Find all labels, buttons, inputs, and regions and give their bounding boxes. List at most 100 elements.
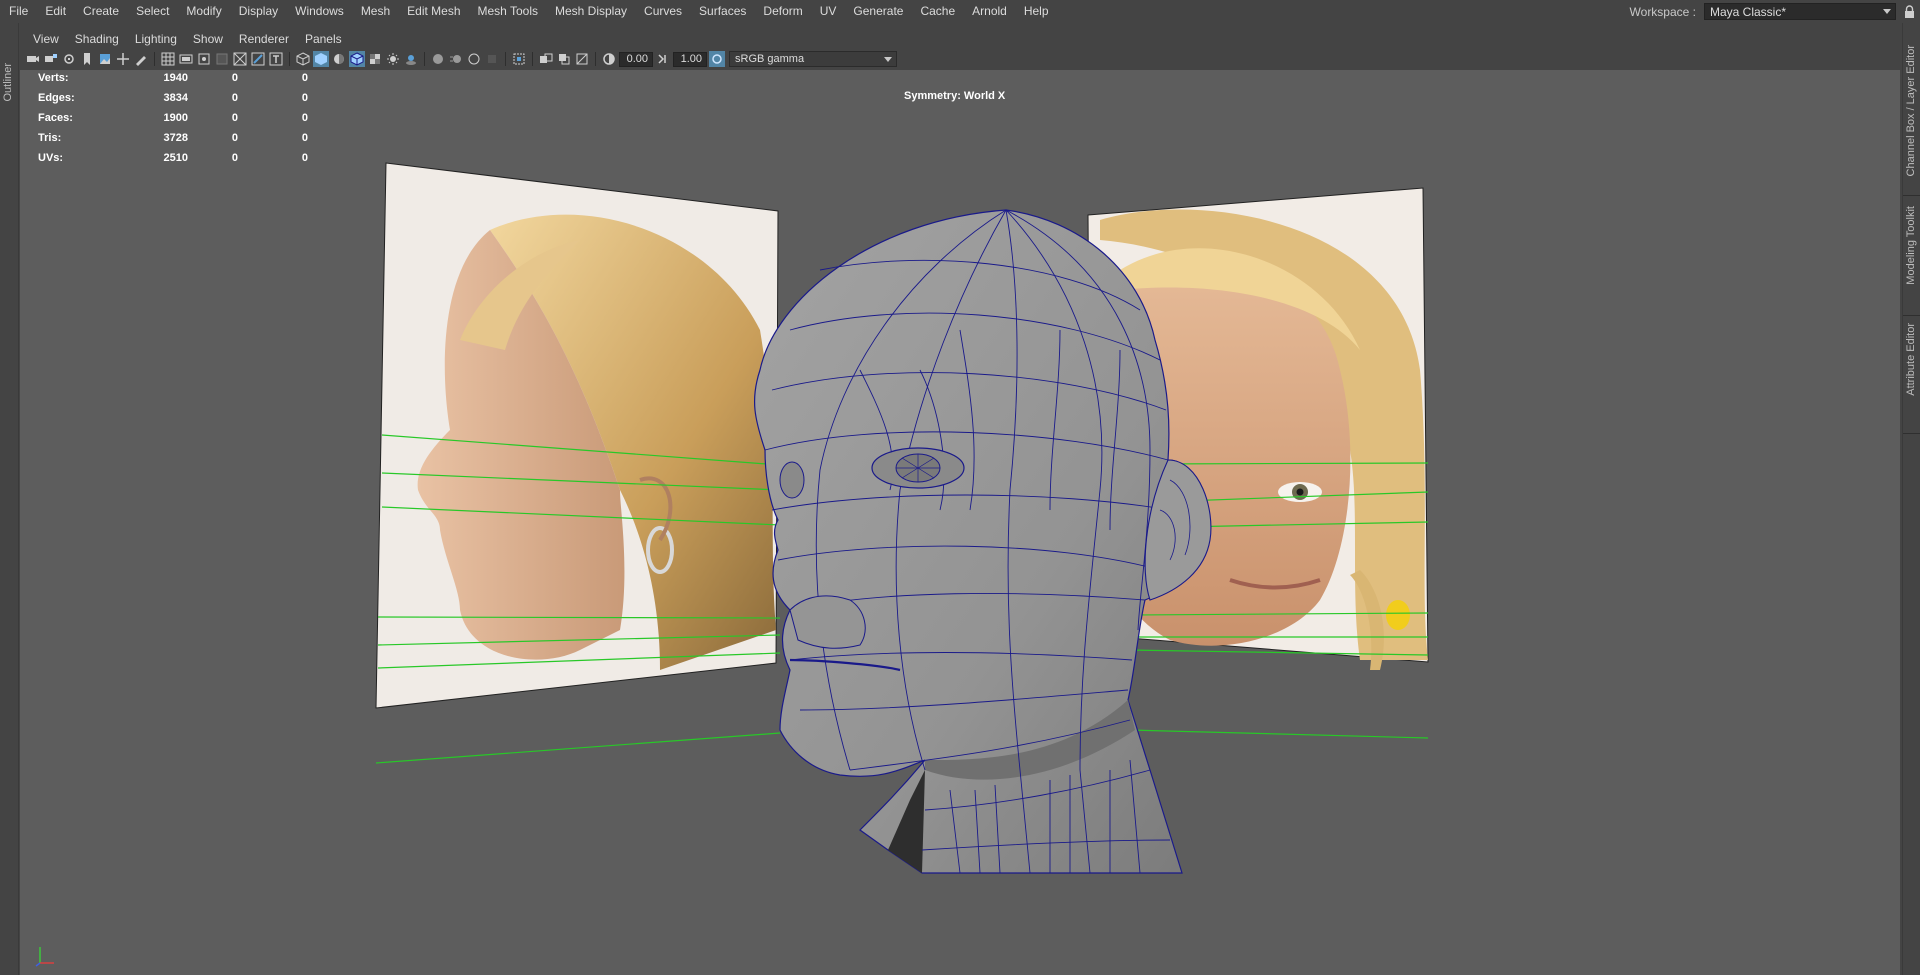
menu-help[interactable]: Help — [1015, 0, 1057, 23]
menu-display[interactable]: Display — [230, 0, 286, 23]
xray-joints-icon[interactable] — [556, 51, 572, 67]
menu-create[interactable]: Create — [74, 0, 127, 23]
panel-menu-shading[interactable]: Shading — [67, 32, 127, 46]
chevron-down-icon — [884, 57, 892, 62]
field-chart-icon[interactable] — [232, 51, 248, 67]
workspace-selector: Workspace : Maya Classic* — [1630, 0, 1896, 23]
hud-label: Verts: — [38, 72, 69, 84]
anti-aliasing-icon[interactable] — [466, 51, 482, 67]
view-transform-value: sRGB gamma — [735, 53, 805, 65]
menu-windows[interactable]: Windows — [286, 0, 352, 23]
depth-of-field-icon[interactable] — [484, 51, 500, 67]
toolbar-separator — [532, 52, 533, 66]
two-d-pan-icon[interactable] — [115, 51, 131, 67]
panel-menu-renderer[interactable]: Renderer — [231, 32, 297, 46]
hud-value: 0 — [231, 92, 238, 104]
viewport-scene[interactable] — [20, 70, 1900, 975]
panel-menu-panels[interactable]: Panels — [297, 32, 350, 46]
chevron-down-icon — [1883, 9, 1891, 14]
exposure-icon[interactable] — [601, 51, 617, 67]
menu-mesh[interactable]: Mesh — [352, 0, 398, 23]
menu-surfaces[interactable]: Surfaces — [690, 0, 754, 23]
hud-label: UVs: — [38, 152, 64, 164]
hud-value: 3834 — [163, 92, 188, 104]
hud-value: 1900 — [163, 112, 188, 124]
toolbar-separator — [289, 52, 290, 66]
gamma-field[interactable]: 1.00 — [673, 51, 707, 67]
toolbar-separator — [595, 52, 596, 66]
image-plane-icon[interactable] — [97, 51, 113, 67]
grease-pencil-icon[interactable] — [133, 51, 149, 67]
menu-arnold[interactable]: Arnold — [963, 0, 1015, 23]
outliner-tab[interactable]: Outliner — [2, 63, 14, 102]
workspace-dropdown[interactable]: Maya Classic* — [1704, 3, 1896, 20]
hud-value: 0 — [301, 112, 308, 124]
menu-edit-mesh[interactable]: Edit Mesh — [398, 0, 468, 23]
right-dock-strip: Channel Box / Layer Editor Modeling Tool… — [1902, 23, 1920, 975]
hud-value: 0 — [231, 112, 238, 124]
gate-mask-icon[interactable] — [214, 51, 230, 67]
film-gate-icon[interactable] — [178, 51, 194, 67]
panel-menubar: View Shading Lighting Show Renderer Pane… — [19, 29, 1901, 49]
hud-value: 0 — [301, 132, 308, 144]
safe-title-icon[interactable] — [268, 51, 284, 67]
menu-mesh-tools[interactable]: Mesh Tools — [469, 0, 546, 23]
exposure-field[interactable]: 0.00 — [619, 51, 653, 67]
menu-modify[interactable]: Modify — [177, 0, 229, 23]
camera-attributes-icon[interactable] — [61, 51, 77, 67]
side-reference-image-plane[interactable] — [375, 162, 779, 709]
head-mesh[interactable] — [753, 209, 1212, 874]
menu-mesh-display[interactable]: Mesh Display — [546, 0, 635, 23]
attribute-editor-tab[interactable]: Attribute Editor — [1905, 323, 1917, 396]
hud-value: 0 — [301, 72, 308, 84]
grid-icon[interactable] — [160, 51, 176, 67]
safe-action-icon[interactable] — [250, 51, 266, 67]
modeling-toolkit-tab[interactable]: Modeling Toolkit — [1905, 206, 1917, 285]
color-management-icon[interactable] — [709, 51, 725, 67]
menu-uv[interactable]: UV — [811, 0, 845, 23]
menu-generate[interactable]: Generate — [844, 0, 911, 23]
use-all-lights-icon[interactable] — [385, 51, 401, 67]
panel-menu-view[interactable]: View — [25, 32, 67, 46]
menu-file[interactable]: File — [0, 0, 36, 23]
menu-deform[interactable]: Deform — [754, 0, 810, 23]
hud-value: 0 — [231, 72, 238, 84]
wireframe-icon[interactable] — [295, 51, 311, 67]
workspace-value: Maya Classic* — [1710, 4, 1787, 19]
wireframe-on-shaded-icon[interactable] — [349, 51, 365, 67]
panel-menu-lighting[interactable]: Lighting — [127, 32, 185, 46]
toolbar-separator — [424, 52, 425, 66]
shadows-icon[interactable] — [403, 51, 419, 67]
hud-value: 0 — [301, 152, 308, 164]
camera-lock-icon[interactable] — [43, 51, 59, 67]
symmetry-indicator: Symmetry: World X — [904, 90, 1006, 102]
hud-value: 2510 — [163, 152, 188, 164]
lock-icon[interactable] — [1904, 5, 1915, 18]
default-material-icon[interactable] — [331, 51, 347, 67]
tab-divider — [1903, 433, 1920, 434]
main-menubar: File Edit Create Select Modify Display W… — [0, 0, 1920, 23]
menu-select[interactable]: Select — [127, 0, 177, 23]
textured-icon[interactable] — [367, 51, 383, 67]
resolution-gate-icon[interactable] — [196, 51, 212, 67]
smooth-shade-icon[interactable] — [313, 51, 329, 67]
backface-culling-icon[interactable] — [574, 51, 590, 67]
view-transform-dropdown[interactable]: sRGB gamma — [729, 51, 897, 67]
screen-space-ao-icon[interactable] — [430, 51, 446, 67]
perspective-viewport[interactable]: Verts: 1940 0 0 Edges: 3834 0 0 Faces: 1… — [20, 70, 1900, 975]
menu-edit[interactable]: Edit — [36, 0, 74, 23]
hud-value: 0 — [301, 92, 308, 104]
channel-box-tab[interactable]: Channel Box / Layer Editor — [1905, 45, 1917, 176]
toolbar-separator — [154, 52, 155, 66]
xray-icon[interactable] — [538, 51, 554, 67]
hud-label: Tris: — [38, 132, 62, 144]
motion-blur-icon[interactable] — [448, 51, 464, 67]
menu-curves[interactable]: Curves — [635, 0, 690, 23]
camera-icon[interactable] — [25, 51, 41, 67]
bookmark-icon[interactable] — [79, 51, 95, 67]
panel-menu-show[interactable]: Show — [185, 32, 231, 46]
menu-cache[interactable]: Cache — [911, 0, 963, 23]
left-dock-strip: Outliner — [0, 23, 19, 975]
isolate-select-icon[interactable] — [511, 51, 527, 67]
gamma-icon[interactable] — [655, 51, 671, 67]
